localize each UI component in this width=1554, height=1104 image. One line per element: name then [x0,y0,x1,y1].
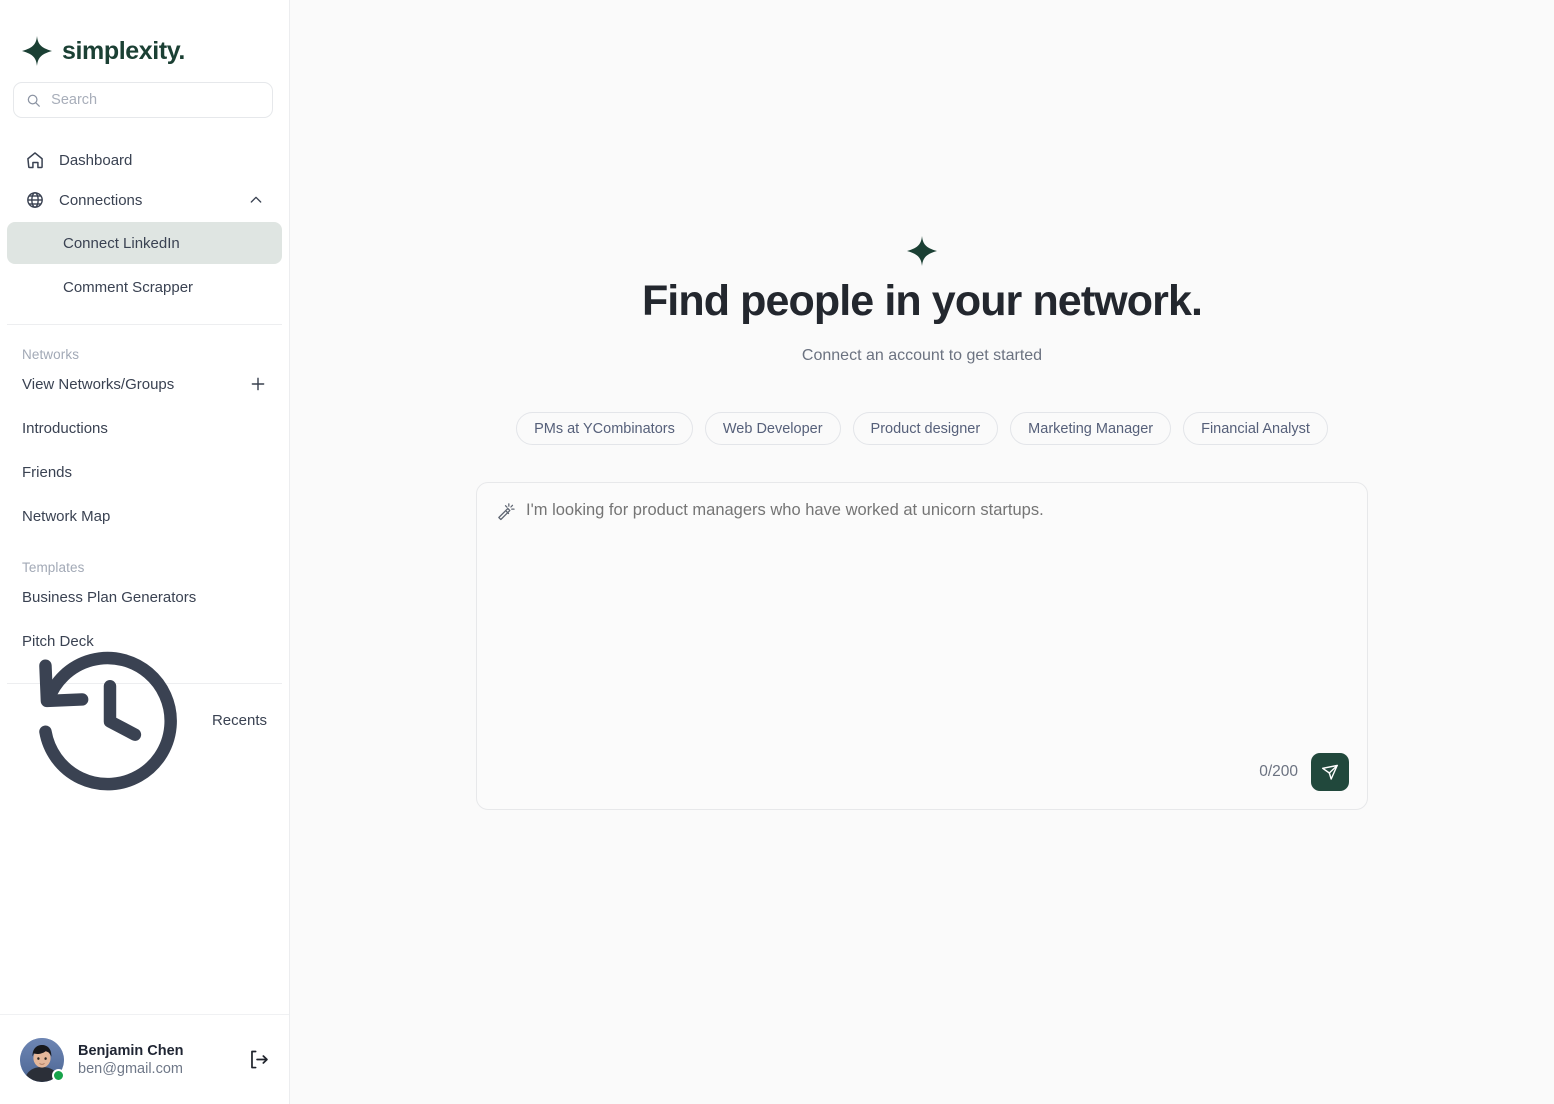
sidebar-item-dashboard[interactable]: Dashboard [7,140,282,180]
sidebar-item-label: Network Map [22,507,111,525]
search-box[interactable] [13,82,273,118]
user-email: ben@gmail.com [78,1060,183,1077]
sidebar-item-view-networks-groups[interactable]: View Networks/Groups [0,362,289,406]
brand-logo[interactable]: simplexity. [0,0,289,76]
sidebar-subitem-label: Comment Scrapper [63,278,194,296]
chip-product-designer[interactable]: Product designer [852,412,999,446]
sidebar-subitem-label: Connect LinkedIn [63,234,180,252]
avatar[interactable] [20,1037,65,1082]
prompt-footer: 0/200 [1259,753,1349,792]
home-icon [27,152,43,169]
sidebar-item-label: Business Plan Generators [22,588,197,606]
chip-financial-analyst[interactable]: Financial Analyst [1183,412,1328,446]
sidebar-item-label: Friends [22,463,73,481]
sidebar-item-label: Dashboard [59,151,133,169]
character-counter: 0/200 [1259,763,1298,781]
status-badge [52,1068,65,1082]
main-content: Find people in your network. Connect an … [290,0,1554,1104]
sparkle-star-icon [907,236,937,266]
page-title: Find people in your network. [641,277,1203,325]
globe-icon [27,192,43,208]
sidebar-item-label: Recents [211,711,267,729]
prompt-input[interactable] [526,500,1347,521]
send-button[interactable] [1311,753,1349,792]
sidebar-item-label: View Networks/Groups [22,375,175,393]
logout-button[interactable] [245,1047,271,1073]
sidebar-item-comment-scrapper[interactable]: Comment Scrapper [7,266,282,308]
sidebar-item-business-plan-generators[interactable]: Business Plan Generators [0,575,289,619]
magic-wand-icon [498,503,515,521]
prompt-card[interactable]: 0/200 [476,482,1368,811]
user-meta: Benjamin Chen ben@gmail.com [78,1043,184,1077]
section-label-templates: Templates [22,560,85,575]
send-paper-plane-icon [1321,765,1338,781]
history-clock-icon [39,651,177,791]
search-input[interactable] [51,92,260,108]
chip-marketing-manager[interactable]: Marketing Manager [1010,412,1172,446]
prompt-row [477,483,1367,522]
sidebar-item-connect-linkedin[interactable]: Connect LinkedIn [7,222,282,264]
plus-icon[interactable] [249,375,267,393]
section-label-networks: Networks [22,347,80,362]
user-name: Benjamin Chen [78,1042,184,1059]
app-root: simplexity. Dashboard [0,0,1554,1104]
chip-web-developer[interactable]: Web Developer [704,412,841,446]
chevron-up-icon[interactable] [248,192,264,208]
search-icon [27,94,40,107]
sidebar-item-introductions[interactable]: Introductions [0,406,289,450]
primary-nav: Dashboard Connections Connect LinkedIn C… [0,118,289,310]
sidebar-item-connections[interactable]: Connections [7,180,282,220]
sidebar-item-network-map[interactable]: Network Map [0,494,289,538]
chip-pms-at-ycombinators[interactable]: PMs at YCombinators [516,412,693,446]
brand-name: simplexity. [62,36,185,65]
user-footer: Benjamin Chen ben@gmail.com [0,1014,289,1104]
sparkle-star-icon [22,36,52,66]
sidebar-item-label: Introductions [22,419,108,437]
sidebar: simplexity. Dashboard [0,0,290,1104]
logout-icon [250,1050,268,1069]
page-subtitle: Connect an account to get started [801,347,1043,365]
sidebar-item-label: Connections [59,191,143,209]
suggestion-chips: PMs at YCombinators Web Developer Produc… [516,412,1328,446]
search-container [0,76,289,118]
sidebar-item-recents[interactable]: Recents [0,651,289,791]
sidebar-item-friends[interactable]: Friends [0,450,289,494]
